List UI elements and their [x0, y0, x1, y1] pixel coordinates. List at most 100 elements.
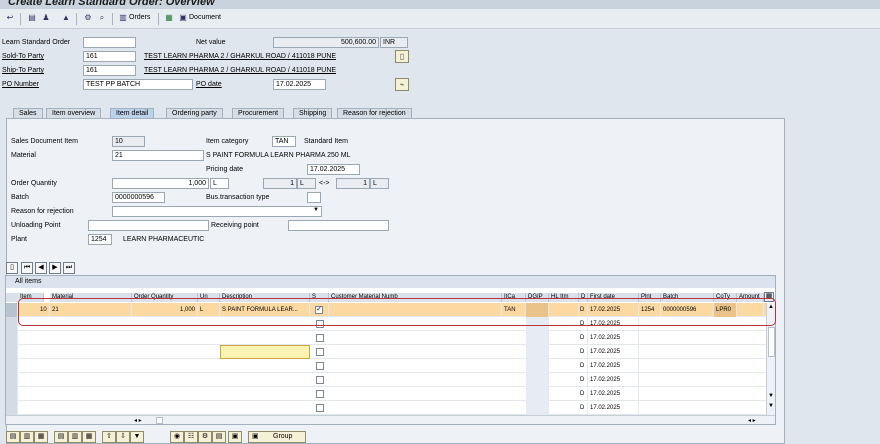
- deselect-all-icon[interactable]: ▥: [68, 431, 82, 443]
- group-button[interactable]: ▣ Group: [248, 431, 306, 443]
- item-category-field[interactable]: TAN: [272, 136, 296, 147]
- po-number-field[interactable]: TEST PP BATCH: [83, 79, 193, 90]
- order-number-field[interactable]: [83, 37, 136, 48]
- select-block-icon[interactable]: ▦: [82, 431, 96, 443]
- row-selector[interactable]: [6, 387, 18, 401]
- cell-d[interactable]: D: [579, 373, 588, 387]
- tab-shipping[interactable]: Shipping: [293, 108, 333, 118]
- cell-d[interactable]: D: [579, 345, 588, 359]
- cell-description-active[interactable]: [220, 345, 310, 359]
- table-row[interactable]: D 17.02.2025: [6, 331, 766, 345]
- business-transaction-field[interactable]: [307, 192, 321, 203]
- orders-button[interactable]: Orders: [129, 14, 150, 21]
- table-row[interactable]: D 17.02.2025: [6, 373, 766, 387]
- texts-icon[interactable]: ▤: [212, 431, 226, 443]
- document-icon[interactable]: ▣: [178, 13, 188, 23]
- item-checkbox[interactable]: [316, 376, 324, 384]
- item-checkbox[interactable]: [316, 362, 324, 370]
- table-icon[interactable]: ▦: [164, 13, 174, 23]
- tab-ordering-party[interactable]: Ordering party: [166, 108, 223, 118]
- pricing-date-field[interactable]: 17.02.2025: [307, 164, 360, 175]
- item-checkbox[interactable]: [316, 404, 324, 412]
- batch-field[interactable]: 0000000596: [112, 192, 165, 203]
- cell-dgip[interactable]: [526, 373, 549, 387]
- insert-row-icon[interactable]: ▥: [20, 431, 34, 443]
- sort-ascending-icon[interactable]: ⇧: [102, 431, 116, 443]
- material-field[interactable]: 21: [112, 150, 204, 161]
- hat-icon[interactable]: ▲: [61, 13, 71, 23]
- scroll-right-icon[interactable]: ◂ ▸: [748, 417, 756, 424]
- sold-to-field[interactable]: 161: [83, 51, 136, 62]
- tab-item-overview[interactable]: Item overview: [46, 108, 102, 118]
- previous-item-icon[interactable]: ◀: [35, 262, 47, 274]
- cell-dgip[interactable]: [526, 331, 549, 345]
- next-item-icon[interactable]: ▶: [49, 262, 61, 274]
- configuration-icon[interactable]: ⚙: [198, 431, 212, 443]
- row-selector[interactable]: [6, 331, 18, 345]
- table-row[interactable]: D 17.02.2025: [6, 387, 766, 401]
- scroll-down-icon[interactable]: ▼: [768, 393, 774, 399]
- batch-split-icon[interactable]: ▣: [228, 431, 242, 443]
- details-icon[interactable]: ▤: [6, 431, 20, 443]
- cell-first-date[interactable]: 17.02.2025: [588, 359, 639, 373]
- cell-first-date[interactable]: 17.02.2025: [588, 387, 639, 401]
- new-document-icon[interactable]: ▯: [6, 262, 18, 274]
- select-all-icon[interactable]: ▤: [54, 431, 68, 443]
- ship-to-field[interactable]: 161: [83, 65, 136, 76]
- uom-field[interactable]: L: [210, 178, 229, 189]
- h-scroll-thumb[interactable]: [156, 417, 163, 424]
- row-selector[interactable]: [6, 317, 18, 331]
- chart-icon[interactable]: ⌁: [395, 78, 409, 91]
- schedule-lines-icon[interactable]: ☷: [184, 431, 198, 443]
- document-icon[interactable]: ▯: [395, 50, 409, 63]
- settings-icon[interactable]: ⚙: [83, 13, 93, 23]
- cell-first-date[interactable]: 17.02.2025: [588, 401, 639, 415]
- sold-to-description[interactable]: TEST LEARN PHARMA 2 / GHARKUL ROAD / 411…: [144, 53, 336, 60]
- table-row[interactable]: D 17.02.2025: [6, 359, 766, 373]
- cell-dgip[interactable]: [526, 387, 549, 401]
- first-item-icon[interactable]: ⏮: [21, 262, 33, 274]
- back-icon[interactable]: ↩: [5, 13, 15, 23]
- row-selector[interactable]: [6, 373, 18, 387]
- row-selector[interactable]: [6, 303, 18, 317]
- tab-item-detail[interactable]: Item detail: [110, 108, 155, 118]
- row-selector[interactable]: [6, 359, 18, 373]
- table-row[interactable]: D 17.02.2025: [6, 345, 766, 359]
- cell-d[interactable]: D: [579, 387, 588, 401]
- sort-descending-icon[interactable]: ⇩: [116, 431, 130, 443]
- cell-dgip[interactable]: [526, 345, 549, 359]
- cell-first-date[interactable]: 17.02.2025: [588, 331, 639, 345]
- reason-rejection-dropdown[interactable]: [112, 206, 322, 217]
- item-checkbox[interactable]: [316, 390, 324, 398]
- po-number-label[interactable]: PO Number: [2, 81, 39, 88]
- row-selector-header[interactable]: [6, 293, 18, 302]
- order-quantity-field[interactable]: 1,000: [112, 178, 209, 189]
- ship-to-description[interactable]: TEST LEARN PHARMA 2 / GHARKUL ROAD / 411…: [144, 67, 336, 74]
- scroll-left-icon[interactable]: ◂ ▸: [134, 417, 142, 424]
- unloading-point-field[interactable]: [88, 220, 209, 231]
- cell-d[interactable]: D: [579, 359, 588, 373]
- cell-dgip[interactable]: [526, 401, 549, 415]
- tab-reason-for-rejection[interactable]: Reason for rejection: [337, 108, 412, 118]
- chevron-down-icon[interactable]: ▼: [313, 207, 319, 213]
- horizontal-scrollbar[interactable]: ◂ ▸ ◂ ▸: [6, 415, 775, 424]
- po-date-field[interactable]: 17.02.2025: [273, 79, 326, 90]
- cell-d[interactable]: D: [579, 331, 588, 345]
- person-icon[interactable]: ♟: [41, 13, 51, 23]
- cell-first-date[interactable]: 17.02.2025: [588, 345, 639, 359]
- delete-row-icon[interactable]: ▦: [34, 431, 48, 443]
- pricing-icon[interactable]: ◉: [170, 431, 184, 443]
- tab-sales[interactable]: Sales: [13, 108, 43, 118]
- row-selector[interactable]: [6, 401, 18, 415]
- ship-to-label[interactable]: Ship-To Party: [2, 67, 44, 74]
- cell-dgip[interactable]: [526, 359, 549, 373]
- scroll-bottom-icon[interactable]: ▼: [768, 403, 774, 409]
- display-header-icon[interactable]: ▤: [27, 13, 37, 23]
- row-selector[interactable]: [6, 345, 18, 359]
- document-button[interactable]: Document: [189, 14, 221, 21]
- search-icon[interactable]: ⌕: [97, 13, 107, 23]
- sold-to-label[interactable]: Sold-To Party: [2, 53, 44, 60]
- scroll-thumb[interactable]: [768, 327, 775, 357]
- table-row[interactable]: D 17.02.2025: [6, 401, 766, 415]
- receiving-point-field[interactable]: [288, 220, 389, 231]
